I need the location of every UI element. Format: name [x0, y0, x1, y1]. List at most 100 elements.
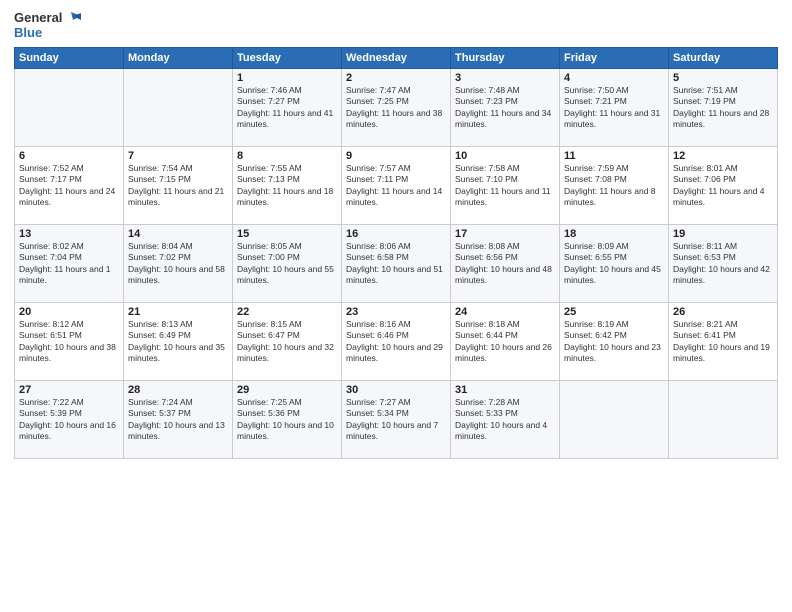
logo-bird-icon	[63, 10, 81, 26]
day-number: 15	[237, 228, 337, 240]
day-cell: 3Sunrise: 7:48 AM Sunset: 7:23 PM Daylig…	[451, 68, 560, 146]
day-info: Sunrise: 8:13 AM Sunset: 6:49 PM Dayligh…	[128, 319, 228, 365]
day-number: 19	[673, 228, 773, 240]
day-cell: 17Sunrise: 8:08 AM Sunset: 6:56 PM Dayli…	[451, 224, 560, 302]
day-number: 26	[673, 306, 773, 318]
day-cell: 26Sunrise: 8:21 AM Sunset: 6:41 PM Dayli…	[669, 302, 778, 380]
logo: General Blue	[14, 10, 81, 41]
day-number: 3	[455, 72, 555, 84]
calendar-page: General Blue SundayMondayTuesdayWednesda…	[0, 0, 792, 612]
day-number: 25	[564, 306, 664, 318]
day-info: Sunrise: 7:27 AM Sunset: 5:34 PM Dayligh…	[346, 397, 446, 443]
day-number: 13	[19, 228, 119, 240]
day-info: Sunrise: 8:04 AM Sunset: 7:02 PM Dayligh…	[128, 241, 228, 287]
day-number: 27	[19, 384, 119, 396]
header-cell-friday: Friday	[560, 47, 669, 68]
calendar-table: SundayMondayTuesdayWednesdayThursdayFrid…	[14, 47, 778, 459]
day-cell: 14Sunrise: 8:04 AM Sunset: 7:02 PM Dayli…	[124, 224, 233, 302]
day-number: 31	[455, 384, 555, 396]
week-row-5: 27Sunrise: 7:22 AM Sunset: 5:39 PM Dayli…	[15, 380, 778, 458]
day-info: Sunrise: 7:59 AM Sunset: 7:08 PM Dayligh…	[564, 163, 664, 209]
day-cell: 27Sunrise: 7:22 AM Sunset: 5:39 PM Dayli…	[15, 380, 124, 458]
day-info: Sunrise: 7:54 AM Sunset: 7:15 PM Dayligh…	[128, 163, 228, 209]
day-number: 20	[19, 306, 119, 318]
day-cell: 22Sunrise: 8:15 AM Sunset: 6:47 PM Dayli…	[233, 302, 342, 380]
day-cell: 12Sunrise: 8:01 AM Sunset: 7:06 PM Dayli…	[669, 146, 778, 224]
day-cell: 20Sunrise: 8:12 AM Sunset: 6:51 PM Dayli…	[15, 302, 124, 380]
week-row-2: 6Sunrise: 7:52 AM Sunset: 7:17 PM Daylig…	[15, 146, 778, 224]
day-info: Sunrise: 8:02 AM Sunset: 7:04 PM Dayligh…	[19, 241, 119, 287]
day-cell: 25Sunrise: 8:19 AM Sunset: 6:42 PM Dayli…	[560, 302, 669, 380]
day-number: 22	[237, 306, 337, 318]
day-number: 17	[455, 228, 555, 240]
week-row-1: 1Sunrise: 7:46 AM Sunset: 7:27 PM Daylig…	[15, 68, 778, 146]
header-cell-sunday: Sunday	[15, 47, 124, 68]
day-number: 2	[346, 72, 446, 84]
header-cell-tuesday: Tuesday	[233, 47, 342, 68]
day-cell	[124, 68, 233, 146]
day-number: 1	[237, 72, 337, 84]
week-row-3: 13Sunrise: 8:02 AM Sunset: 7:04 PM Dayli…	[15, 224, 778, 302]
day-cell: 8Sunrise: 7:55 AM Sunset: 7:13 PM Daylig…	[233, 146, 342, 224]
day-cell: 10Sunrise: 7:58 AM Sunset: 7:10 PM Dayli…	[451, 146, 560, 224]
day-info: Sunrise: 8:11 AM Sunset: 6:53 PM Dayligh…	[673, 241, 773, 287]
day-info: Sunrise: 7:57 AM Sunset: 7:11 PM Dayligh…	[346, 163, 446, 209]
day-number: 8	[237, 150, 337, 162]
day-info: Sunrise: 7:50 AM Sunset: 7:21 PM Dayligh…	[564, 85, 664, 131]
day-cell: 18Sunrise: 8:09 AM Sunset: 6:55 PM Dayli…	[560, 224, 669, 302]
week-row-4: 20Sunrise: 8:12 AM Sunset: 6:51 PM Dayli…	[15, 302, 778, 380]
header-cell-monday: Monday	[124, 47, 233, 68]
header-cell-saturday: Saturday	[669, 47, 778, 68]
day-cell: 19Sunrise: 8:11 AM Sunset: 6:53 PM Dayli…	[669, 224, 778, 302]
day-info: Sunrise: 7:25 AM Sunset: 5:36 PM Dayligh…	[237, 397, 337, 443]
day-number: 12	[673, 150, 773, 162]
day-number: 14	[128, 228, 228, 240]
day-cell: 7Sunrise: 7:54 AM Sunset: 7:15 PM Daylig…	[124, 146, 233, 224]
day-info: Sunrise: 7:22 AM Sunset: 5:39 PM Dayligh…	[19, 397, 119, 443]
day-info: Sunrise: 8:19 AM Sunset: 6:42 PM Dayligh…	[564, 319, 664, 365]
day-info: Sunrise: 8:06 AM Sunset: 6:58 PM Dayligh…	[346, 241, 446, 287]
day-number: 16	[346, 228, 446, 240]
day-info: Sunrise: 8:16 AM Sunset: 6:46 PM Dayligh…	[346, 319, 446, 365]
day-number: 30	[346, 384, 446, 396]
day-info: Sunrise: 7:47 AM Sunset: 7:25 PM Dayligh…	[346, 85, 446, 131]
day-number: 11	[564, 150, 664, 162]
day-cell: 28Sunrise: 7:24 AM Sunset: 5:37 PM Dayli…	[124, 380, 233, 458]
day-cell: 21Sunrise: 8:13 AM Sunset: 6:49 PM Dayli…	[124, 302, 233, 380]
header-row: SundayMondayTuesdayWednesdayThursdayFrid…	[15, 47, 778, 68]
day-info: Sunrise: 7:55 AM Sunset: 7:13 PM Dayligh…	[237, 163, 337, 209]
day-info: Sunrise: 7:28 AM Sunset: 5:33 PM Dayligh…	[455, 397, 555, 443]
day-number: 9	[346, 150, 446, 162]
logo-container: General Blue	[14, 10, 81, 41]
day-cell: 15Sunrise: 8:05 AM Sunset: 7:00 PM Dayli…	[233, 224, 342, 302]
day-number: 18	[564, 228, 664, 240]
day-number: 24	[455, 306, 555, 318]
day-info: Sunrise: 7:48 AM Sunset: 7:23 PM Dayligh…	[455, 85, 555, 131]
day-number: 21	[128, 306, 228, 318]
day-info: Sunrise: 7:24 AM Sunset: 5:37 PM Dayligh…	[128, 397, 228, 443]
day-cell: 13Sunrise: 8:02 AM Sunset: 7:04 PM Dayli…	[15, 224, 124, 302]
day-info: Sunrise: 7:58 AM Sunset: 7:10 PM Dayligh…	[455, 163, 555, 209]
day-info: Sunrise: 8:12 AM Sunset: 6:51 PM Dayligh…	[19, 319, 119, 365]
day-info: Sunrise: 7:52 AM Sunset: 7:17 PM Dayligh…	[19, 163, 119, 209]
day-cell: 6Sunrise: 7:52 AM Sunset: 7:17 PM Daylig…	[15, 146, 124, 224]
day-cell: 1Sunrise: 7:46 AM Sunset: 7:27 PM Daylig…	[233, 68, 342, 146]
day-number: 29	[237, 384, 337, 396]
day-cell: 29Sunrise: 7:25 AM Sunset: 5:36 PM Dayli…	[233, 380, 342, 458]
day-info: Sunrise: 8:08 AM Sunset: 6:56 PM Dayligh…	[455, 241, 555, 287]
day-cell: 5Sunrise: 7:51 AM Sunset: 7:19 PM Daylig…	[669, 68, 778, 146]
day-cell: 2Sunrise: 7:47 AM Sunset: 7:25 PM Daylig…	[342, 68, 451, 146]
day-info: Sunrise: 8:15 AM Sunset: 6:47 PM Dayligh…	[237, 319, 337, 365]
day-info: Sunrise: 8:18 AM Sunset: 6:44 PM Dayligh…	[455, 319, 555, 365]
header-cell-wednesday: Wednesday	[342, 47, 451, 68]
day-info: Sunrise: 8:21 AM Sunset: 6:41 PM Dayligh…	[673, 319, 773, 365]
day-info: Sunrise: 8:09 AM Sunset: 6:55 PM Dayligh…	[564, 241, 664, 287]
day-cell: 16Sunrise: 8:06 AM Sunset: 6:58 PM Dayli…	[342, 224, 451, 302]
day-cell: 4Sunrise: 7:50 AM Sunset: 7:21 PM Daylig…	[560, 68, 669, 146]
day-cell	[560, 380, 669, 458]
day-number: 4	[564, 72, 664, 84]
day-cell: 31Sunrise: 7:28 AM Sunset: 5:33 PM Dayli…	[451, 380, 560, 458]
day-cell: 30Sunrise: 7:27 AM Sunset: 5:34 PM Dayli…	[342, 380, 451, 458]
day-cell	[669, 380, 778, 458]
header-cell-thursday: Thursday	[451, 47, 560, 68]
